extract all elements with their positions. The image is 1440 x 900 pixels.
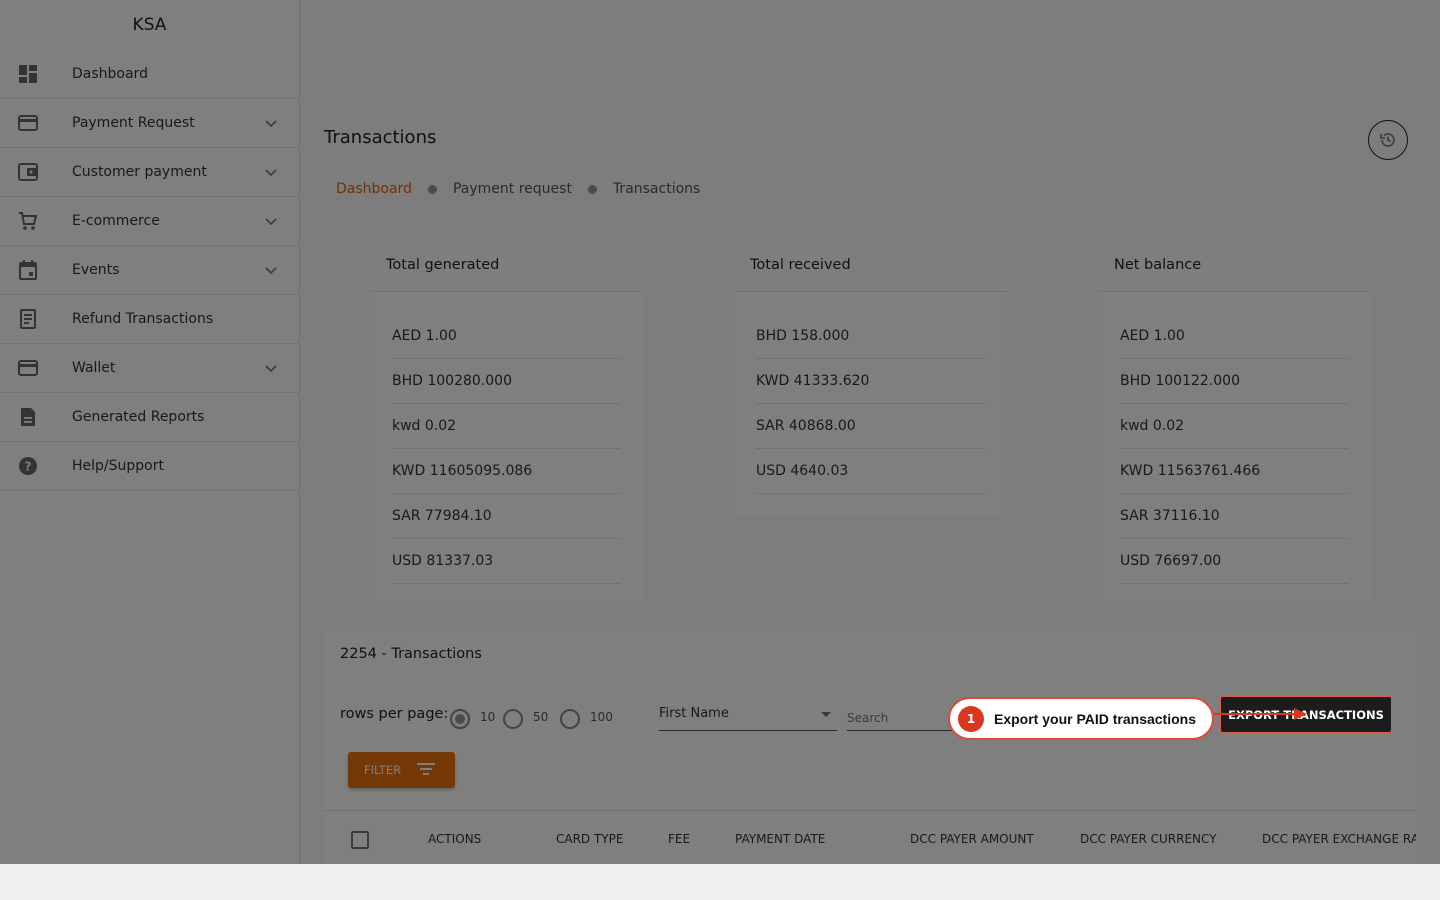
wallet-icon — [18, 358, 38, 378]
transactions-count: 2254 - Transactions — [340, 646, 482, 662]
help-icon: ? — [18, 456, 38, 476]
sidebar-item-customer-payment[interactable]: Customer payment — [0, 148, 299, 197]
page-title: Transactions — [324, 127, 437, 148]
breadcrumb-separator — [587, 184, 597, 194]
sidebar-item-dashboard[interactable]: Dashboard — [0, 50, 299, 99]
rows-50-radio[interactable] — [503, 709, 523, 729]
chevron-down-icon — [265, 169, 277, 177]
sidebar-item-wallet[interactable]: Wallet — [0, 344, 299, 393]
card-row: BHD 100280.000 — [392, 359, 621, 404]
card-row: SAR 77984.10 — [392, 494, 621, 539]
card-row: USD 76697.00 — [1120, 539, 1349, 584]
sidebar-item-payment-request[interactable]: Payment Request — [0, 99, 299, 148]
column-header[interactable]: ACTIONS — [428, 832, 481, 846]
tour-tooltip: 1 Export your PAID transactions — [948, 697, 1214, 740]
tour-tooltip-text: Export your PAID transactions — [994, 710, 1197, 727]
select-all-checkbox[interactable] — [351, 831, 369, 849]
card-row: kwd 0.02 — [392, 404, 621, 449]
filter-button[interactable]: FILTER — [348, 752, 455, 788]
sidebar-item-label: Events — [72, 262, 120, 278]
receipt-icon — [18, 309, 38, 329]
history-icon — [1380, 133, 1395, 147]
card-row: SAR 40868.00 — [756, 404, 985, 449]
chevron-down-icon — [265, 120, 277, 128]
sidebar-item-label: Help/Support — [72, 458, 164, 474]
breadcrumb: Dashboard Payment request Transactions — [336, 181, 700, 197]
sidebar-item-label: Wallet — [72, 360, 116, 376]
card-row: USD 4640.03 — [756, 449, 985, 494]
sidebar-item-help-support[interactable]: ? Help/Support — [0, 442, 299, 491]
column-header[interactable]: CARD TYPE — [556, 832, 623, 846]
svg-text:?: ? — [25, 460, 32, 474]
chevron-down-icon — [265, 218, 277, 226]
breadcrumb-transactions: Transactions — [612, 181, 701, 197]
select-value: First Name — [659, 706, 729, 721]
rows-50-label: 50 — [533, 710, 549, 724]
rows-per-page-label: rows per page: — [340, 706, 449, 722]
credit-card-icon — [18, 113, 38, 133]
sidebar-item-events[interactable]: Events — [0, 246, 299, 295]
report-icon — [18, 407, 38, 427]
sidebar-item-label: Refund Transactions — [72, 311, 214, 327]
breadcrumb-payment-request[interactable]: Payment request — [453, 181, 572, 197]
bottom-strip — [0, 864, 1440, 900]
card-row: kwd 0.02 — [1120, 404, 1349, 449]
total-generated-card: Total generated AED 1.00 BHD 100280.000 … — [370, 239, 643, 606]
table-header: ACTIONS CARD TYPE FEE PAYMENT DATE DCC P… — [324, 810, 1416, 864]
total-received-card: Total received BHD 158.000 KWD 41333.620… — [734, 239, 1007, 516]
search-field-select[interactable]: First Name — [659, 706, 837, 731]
wallet-card-icon — [18, 162, 38, 182]
sidebar-item-generated-reports[interactable]: Generated Reports — [0, 393, 299, 442]
filter-icon — [417, 763, 435, 775]
tour-step-badge: 1 — [958, 705, 984, 732]
column-header[interactable]: DCC PAYER CURRENCY — [1080, 832, 1217, 846]
card-row: KWD 41333.620 — [756, 359, 985, 404]
column-header[interactable]: PAYMENT DATE — [735, 832, 825, 846]
rows-10-radio[interactable] — [450, 709, 470, 729]
card-row: USD 81337.03 — [392, 539, 621, 584]
chevron-down-icon — [265, 365, 277, 373]
card-title: Total generated — [370, 239, 643, 292]
sidebar-item-label: E-commerce — [72, 213, 160, 229]
card-row: KWD 11605095.086 — [392, 449, 621, 494]
dropdown-caret-icon — [821, 712, 831, 717]
column-header[interactable]: DCC PAYER AMOUNT — [910, 832, 1034, 846]
calendar-icon — [18, 260, 38, 280]
card-row: AED 1.00 — [1120, 314, 1349, 359]
sidebar: KSA Dashboard Payment Request Customer p… — [0, 0, 300, 864]
search-input[interactable] — [847, 706, 957, 731]
dashboard-icon — [18, 64, 38, 84]
net-balance-card: Net balance AED 1.00 BHD 100122.000 kwd … — [1098, 239, 1371, 606]
chevron-down-icon — [265, 267, 277, 275]
main-content: Transactions Dashboard Payment request T… — [300, 0, 1440, 864]
column-header[interactable]: DCC PAYER EXCHANGE RA — [1262, 832, 1416, 846]
card-row: SAR 37116.10 — [1120, 494, 1349, 539]
sidebar-item-label: Payment Request — [72, 115, 195, 131]
sidebar-item-label: Generated Reports — [72, 409, 205, 425]
sidebar-item-refund-transactions[interactable]: Refund Transactions — [0, 295, 299, 344]
rows-100-radio[interactable] — [560, 709, 580, 729]
filter-label: FILTER — [364, 763, 402, 777]
card-title: Total received — [734, 239, 1007, 292]
history-button[interactable] — [1368, 120, 1408, 160]
sidebar-item-label: Customer payment — [72, 164, 207, 180]
brand-title: KSA — [132, 15, 167, 35]
rows-10-label: 10 — [480, 710, 496, 724]
card-row: KWD 11563761.466 — [1120, 449, 1349, 494]
breadcrumb-separator — [427, 184, 437, 194]
card-row: BHD 100122.000 — [1120, 359, 1349, 404]
card-row: BHD 158.000 — [756, 314, 985, 359]
breadcrumb-dashboard[interactable]: Dashboard — [336, 181, 412, 197]
transactions-panel: 2254 - Transactions rows per page: 10 50… — [324, 630, 1416, 864]
sidebar-item-e-commerce[interactable]: E-commerce — [0, 197, 299, 246]
card-row: AED 1.00 — [392, 314, 621, 359]
cart-icon — [18, 211, 38, 231]
column-header[interactable]: FEE — [668, 832, 690, 846]
card-title: Net balance — [1098, 239, 1371, 292]
sidebar-item-label: Dashboard — [72, 66, 148, 82]
rows-100-label: 100 — [590, 710, 613, 724]
tour-arrow-icon — [1214, 708, 1307, 720]
